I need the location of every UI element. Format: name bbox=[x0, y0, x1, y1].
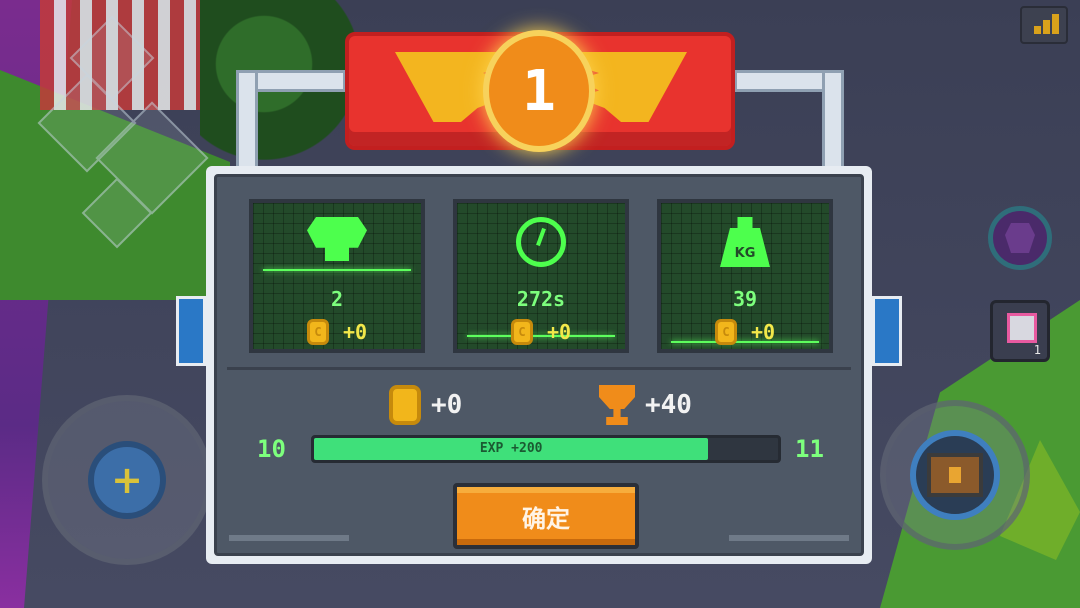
footer-bar-left bbox=[229, 535, 349, 541]
minimap[interactable] bbox=[22, 8, 222, 268]
side-tab-right bbox=[872, 296, 902, 366]
side-tab-left bbox=[176, 296, 206, 366]
weapon-button[interactable] bbox=[880, 400, 1030, 550]
weight-value: 39 bbox=[732, 287, 758, 311]
move-joystick[interactable]: + bbox=[42, 395, 212, 565]
total-coins: +0 bbox=[389, 385, 462, 425]
time-panel: 272s C +0 bbox=[453, 199, 629, 353]
exp-label: EXP +200 bbox=[479, 441, 543, 456]
time-reward-text: +0 bbox=[546, 320, 572, 344]
skull-icon bbox=[307, 217, 367, 261]
pipe-right-vertical bbox=[822, 70, 844, 170]
confirm-button[interactable]: 确定 bbox=[453, 483, 639, 549]
coin-icon: C bbox=[510, 319, 533, 345]
trophy-icon bbox=[599, 385, 635, 425]
coin-icon: C bbox=[714, 319, 737, 345]
rank-medal: 1 bbox=[483, 30, 595, 152]
total-coins-text: +0 bbox=[431, 390, 463, 420]
weight-icon: KG bbox=[720, 217, 770, 267]
item-count: 1 bbox=[1033, 343, 1041, 357]
footer-bar-right bbox=[729, 535, 849, 541]
time-reward: C +0 bbox=[457, 319, 625, 345]
dialog-body: 2 C +0 272s C +0 KG 39 C +0 +0 +40 10 EX… bbox=[214, 174, 864, 556]
total-trophies: +40 bbox=[599, 385, 692, 425]
joystick-knob[interactable]: + bbox=[88, 441, 166, 519]
result-dialog: 2 C +0 272s C +0 KG 39 C +0 +0 +40 10 EX… bbox=[176, 166, 902, 564]
weight-reward-text: +0 bbox=[750, 320, 776, 344]
plus-icon: + bbox=[111, 458, 143, 502]
kills-value: 2 bbox=[330, 287, 344, 311]
kills-reward: C +0 bbox=[253, 319, 421, 345]
divider bbox=[227, 367, 851, 370]
skill-icon bbox=[1005, 223, 1035, 253]
chest-icon bbox=[927, 453, 983, 497]
kills-panel: 2 C +0 bbox=[249, 199, 425, 353]
current-level: 10 bbox=[257, 435, 286, 463]
pipe-left-vertical bbox=[236, 70, 258, 170]
weapon-slot[interactable] bbox=[910, 430, 1000, 520]
next-level: 11 bbox=[795, 435, 824, 463]
kills-reward-text: +0 bbox=[342, 320, 368, 344]
signal-icon bbox=[1020, 6, 1068, 44]
clock-icon bbox=[516, 217, 566, 267]
coin-icon: C bbox=[306, 319, 329, 345]
coin-icon bbox=[389, 385, 421, 425]
scan-line bbox=[263, 269, 411, 271]
robot-item-icon bbox=[1007, 313, 1037, 343]
rank-badge: 1 bbox=[345, 30, 735, 152]
time-value: 272s bbox=[516, 287, 566, 311]
exp-bar: EXP +200 bbox=[311, 435, 781, 463]
total-trophies-text: +40 bbox=[645, 390, 692, 420]
weight-reward: C +0 bbox=[661, 319, 829, 345]
skill-button[interactable] bbox=[988, 206, 1052, 270]
item-slot[interactable]: 1 bbox=[990, 300, 1050, 362]
weight-panel: KG 39 C +0 bbox=[657, 199, 833, 353]
